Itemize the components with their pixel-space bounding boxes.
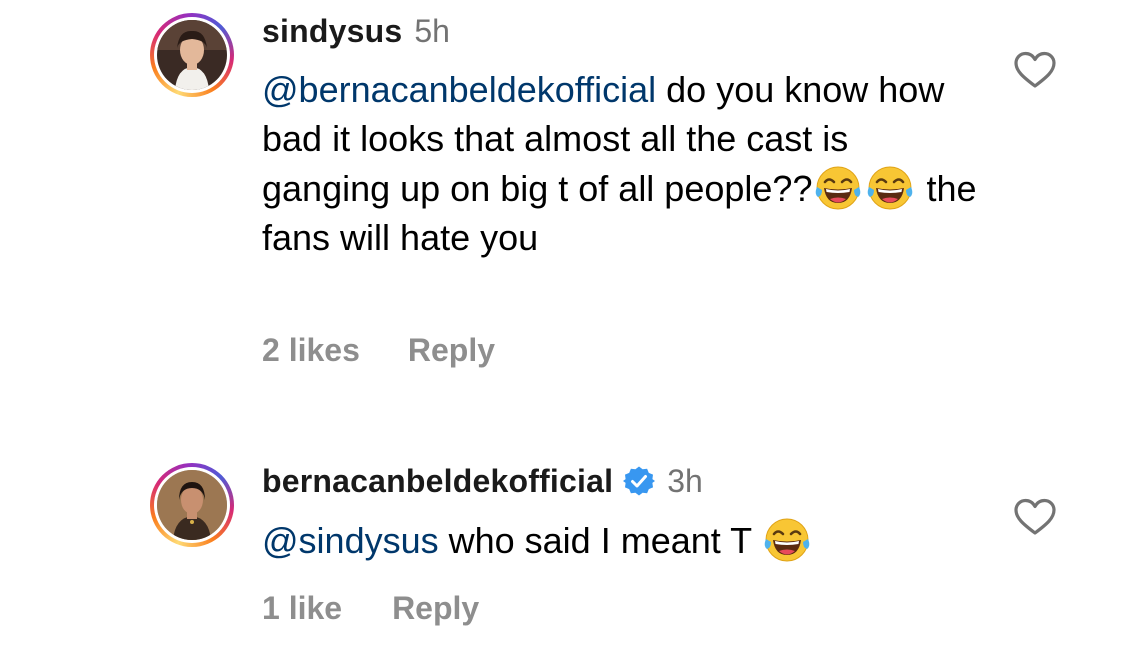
comment-header: bernacanbeldekofficial 3h	[262, 462, 703, 500]
comment-actions: 2 likes Reply	[262, 332, 495, 369]
comment-text: @sindysus who said I meant T	[262, 515, 982, 566]
heart-outline-icon[interactable]	[1013, 50, 1057, 90]
laughing-emoji-icon	[813, 163, 863, 213]
avatar	[157, 20, 227, 90]
comment-header: sindysus 5h	[262, 12, 450, 50]
comment-body-part: who said I meant T	[438, 520, 762, 561]
comment-item: sindysus 5h @bernacanbeldekofficial do y…	[0, 0, 1125, 400]
username[interactable]: sindysus	[262, 12, 402, 50]
timestamp: 5h	[414, 13, 450, 49]
reply-button[interactable]: Reply	[408, 332, 495, 369]
mention-link[interactable]: @sindysus	[262, 520, 439, 561]
avatar-frame	[154, 17, 230, 93]
story-ring-avatar[interactable]	[150, 463, 234, 547]
username[interactable]: bernacanbeldekofficial	[262, 462, 613, 500]
laughing-emoji-icon	[865, 163, 915, 213]
avatar	[157, 470, 227, 540]
story-ring-avatar[interactable]	[150, 13, 234, 97]
timestamp: 3h	[667, 463, 703, 499]
reply-button[interactable]: Reply	[392, 590, 479, 627]
like-count[interactable]: 2 likes	[262, 332, 360, 369]
like-count[interactable]: 1 like	[262, 590, 342, 627]
verified-badge-icon	[623, 466, 656, 496]
comment-actions: 1 like Reply	[262, 590, 479, 627]
avatar-frame	[154, 467, 230, 543]
heart-outline-icon[interactable]	[1013, 497, 1057, 537]
mention-link[interactable]: @bernacanbeldekofficial	[262, 69, 656, 110]
comment-text: @bernacanbeldekofficial do you know how …	[262, 66, 982, 262]
laughing-emoji-icon	[762, 515, 812, 565]
comment-item: bernacanbeldekofficial 3h @sindysus who …	[0, 445, 1125, 671]
